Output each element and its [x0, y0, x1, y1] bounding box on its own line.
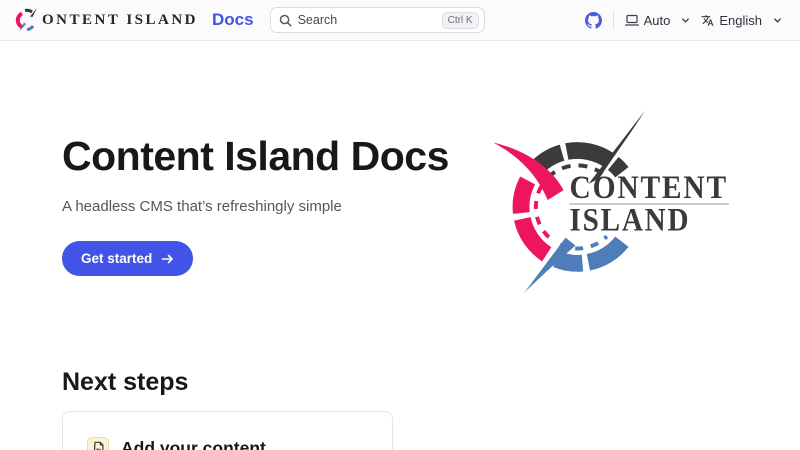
- docs-nav-link[interactable]: Docs: [212, 10, 254, 30]
- compass-c-icon: [14, 7, 40, 33]
- search-icon: [279, 14, 292, 27]
- hero-section: Content Island Docs A headless CMS that’…: [0, 41, 800, 306]
- document-icon: [87, 437, 109, 450]
- page-title: Content Island Docs: [62, 133, 449, 180]
- brand-text: ONTENT ISLAND: [42, 12, 198, 29]
- theme-selector[interactable]: Auto: [625, 13, 691, 28]
- logo-wordmark-line1: CONTENT: [570, 170, 728, 206]
- theme-selector-label: Auto: [644, 13, 671, 28]
- language-selector-label: English: [719, 13, 762, 28]
- github-icon[interactable]: [585, 12, 602, 29]
- hero-logo-illustration: CONTENT ISLAND: [488, 103, 756, 306]
- get-started-label: Get started: [81, 251, 152, 266]
- translate-icon: [701, 14, 714, 27]
- search-box[interactable]: Ctrl K: [270, 7, 485, 33]
- next-steps-section: Next steps Add your content: [0, 368, 800, 450]
- laptop-icon: [625, 14, 639, 27]
- card-title: Add your content: [121, 438, 266, 450]
- navbar-divider: [613, 10, 614, 30]
- next-steps-heading: Next steps: [62, 368, 800, 397]
- logo-wordmark-line2: ISLAND: [570, 203, 691, 239]
- search-input[interactable]: [298, 13, 442, 27]
- hero-subtitle: A headless CMS that’s refreshingly simpl…: [62, 198, 449, 215]
- language-selector[interactable]: English: [701, 13, 782, 28]
- brand-logo-link[interactable]: ONTENT ISLAND: [14, 7, 198, 33]
- arrow-right-icon: [161, 253, 174, 265]
- top-navbar: ONTENT ISLAND Docs Ctrl K Auto: [0, 0, 800, 41]
- chevron-down-icon: [681, 16, 690, 25]
- get-started-button[interactable]: Get started: [62, 241, 193, 276]
- chevron-down-icon: [773, 16, 782, 25]
- add-content-card[interactable]: Add your content: [62, 411, 393, 450]
- search-shortcut-kbd: Ctrl K: [442, 12, 479, 29]
